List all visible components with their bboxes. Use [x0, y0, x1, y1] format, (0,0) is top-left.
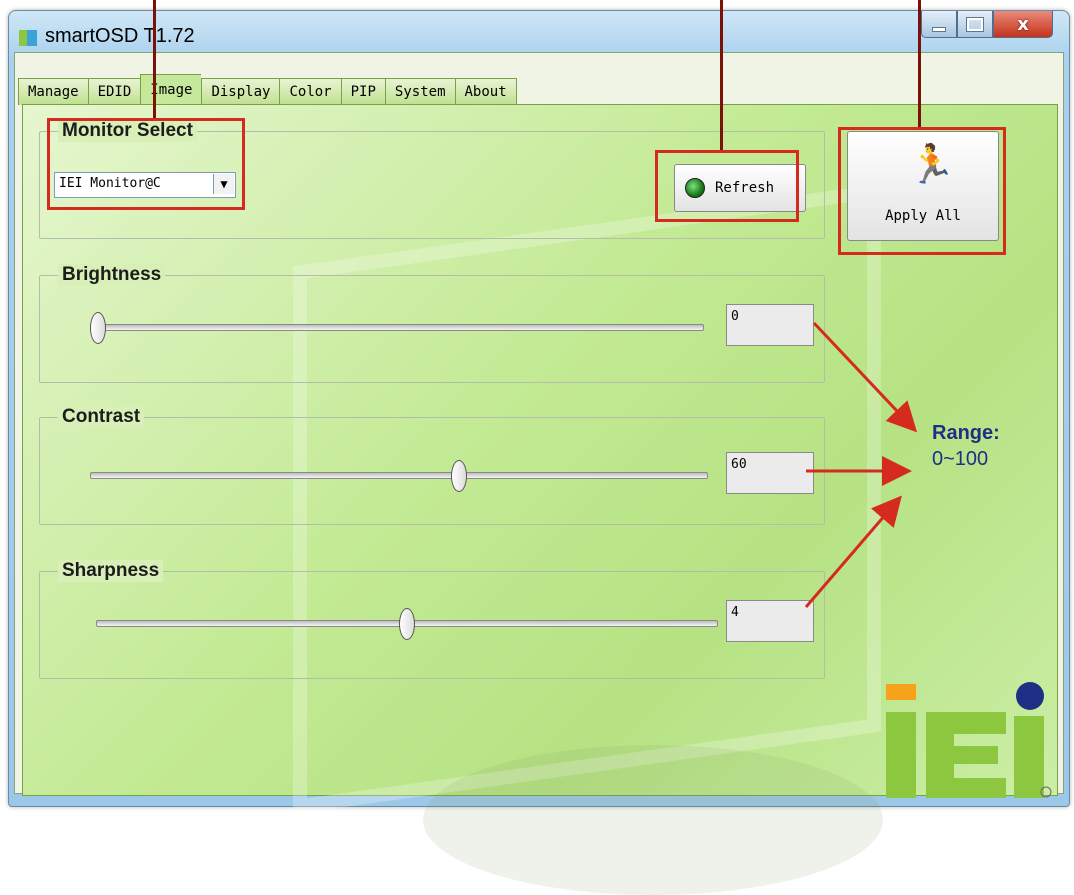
logo-orange-square — [886, 684, 916, 700]
logo-letter-e — [926, 712, 1006, 798]
range-label: Range: — [932, 422, 1000, 444]
iei-logo — [886, 682, 1052, 798]
range-value: 0~100 — [932, 448, 989, 470]
logo-blue-dot — [1016, 682, 1044, 710]
logo-letter-i2 — [1014, 716, 1044, 798]
logo-letter-i — [886, 712, 916, 798]
sharpness-arrow — [804, 495, 902, 608]
brightness-arrow — [812, 321, 918, 433]
